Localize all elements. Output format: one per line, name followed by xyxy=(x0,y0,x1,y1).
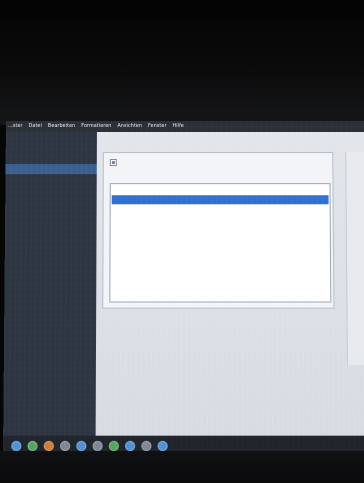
option-checkbox[interactable] xyxy=(109,159,117,167)
taskbar-app-icon[interactable] xyxy=(92,440,103,452)
options-listbox[interactable] xyxy=(109,183,332,303)
taskbar-app-icon[interactable] xyxy=(125,440,136,452)
bottom-bezel xyxy=(0,451,364,483)
menu-item-hilfe[interactable]: Hilfe xyxy=(173,124,184,129)
taskbar-app-icon[interactable] xyxy=(76,440,87,452)
app-window: …ster Datei Bearbeiten Formatieren Ansic… xyxy=(3,121,364,457)
menu-item-bearbeiten[interactable]: Bearbeiten xyxy=(48,124,75,129)
main-area xyxy=(95,131,364,457)
menu-item-formatieren[interactable]: Formatieren xyxy=(81,124,111,129)
list-item-selected[interactable] xyxy=(111,195,329,205)
dark-background xyxy=(0,0,364,125)
menu-item-fenster[interactable]: Fenster xyxy=(148,124,167,129)
taskbar-app-icon[interactable] xyxy=(108,440,119,452)
menu-item-ansichten[interactable]: Ansichten xyxy=(117,124,142,129)
taskbar-app-icon[interactable] xyxy=(43,440,54,452)
menu-item-datei[interactable]: Datei xyxy=(29,124,42,129)
menu-item-app[interactable]: …ster xyxy=(8,124,23,129)
taskbar-app-icon[interactable] xyxy=(59,440,71,452)
taskbar-app-icon[interactable] xyxy=(27,440,38,452)
taskbar-app-icon[interactable] xyxy=(141,440,152,452)
menu-bar: …ster Datei Bearbeiten Formatieren Ansic… xyxy=(5,121,364,132)
right-panel xyxy=(345,152,364,365)
taskbar-app-icon[interactable] xyxy=(11,440,22,452)
sidebar-selected-strip[interactable] xyxy=(5,164,97,175)
sidebar xyxy=(3,131,97,457)
taskbar-app-icon[interactable] xyxy=(157,440,168,452)
list-item[interactable] xyxy=(112,185,329,194)
settings-dialog xyxy=(102,152,335,309)
